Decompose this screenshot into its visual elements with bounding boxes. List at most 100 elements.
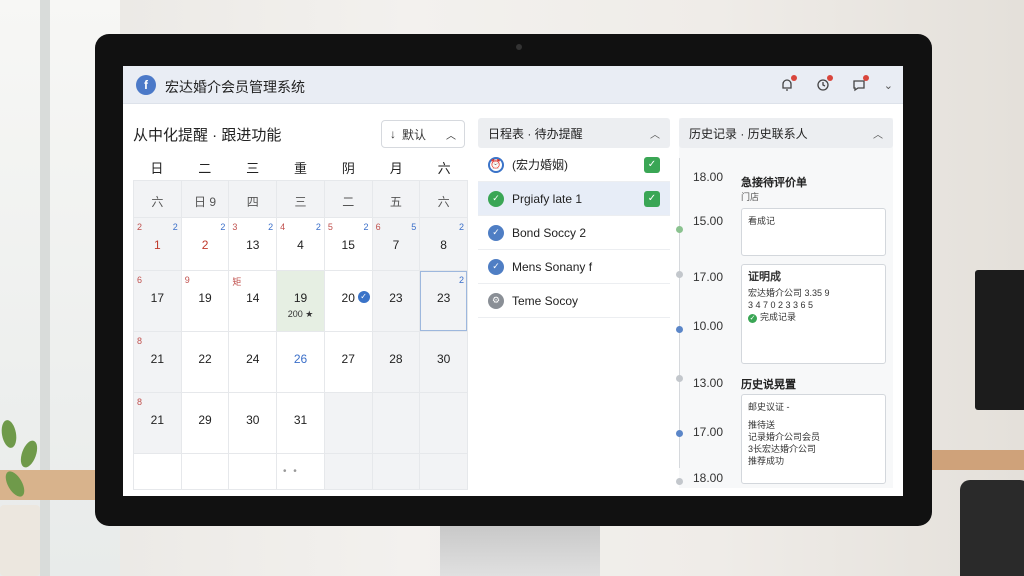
- calendar-day-cell[interactable]: 8 21: [134, 332, 181, 392]
- chevron-down-icon[interactable]: ⌄: [884, 79, 893, 92]
- calendar-day-cell[interactable]: 5 2 15: [324, 218, 372, 270]
- day-badge: 2: [172, 222, 178, 232]
- calendar-day-cell[interactable]: 24: [229, 332, 277, 392]
- background-chair: [960, 480, 1024, 576]
- calendar-day-cell[interactable]: 23: [372, 271, 420, 331]
- history-entry-line: 3长宏达婚介公司: [748, 444, 817, 454]
- clock-icon[interactable]: [812, 74, 834, 96]
- calendar-header-cell: 四: [229, 181, 277, 217]
- history-entry-line: 推待送: [748, 420, 776, 430]
- background-desk-right: [930, 450, 1024, 470]
- day-label: 日 9: [194, 195, 217, 209]
- calendar-day-cell[interactable]: 31: [277, 393, 324, 453]
- schedule-item[interactable]: ⚙ Teme Socoy: [478, 284, 670, 318]
- calendar-panel: 从中化提醒 · 跟进功能 ↓ 默认 ︿ 日二三重阴月六 六日 9四三二五六221…: [133, 118, 468, 490]
- day-badge: 8: [137, 336, 143, 346]
- calendar-day-cell[interactable]: [324, 393, 372, 453]
- weekday-header: 日二三重阴月六: [133, 158, 468, 178]
- schedule-item[interactable]: ✓ Mens Sonany f: [478, 250, 670, 284]
- calendar-day-cell[interactable]: [420, 393, 467, 453]
- schedule-list: ⏰ (宏力婚姻) ✓ ✓ Prgiafy late 1 ✓ ✓ Bond Soccy 2 ✓ Me…: [478, 148, 670, 318]
- history-entry-card[interactable]: 证明成 宏达婚介公司 3.35 9 3 4 7 0 2 3 3 6 5 ✓ 完成记…: [741, 264, 886, 364]
- day-badge: 2: [458, 275, 464, 285]
- history-header[interactable]: 历史记录 · 历史联系人 ︿: [679, 118, 893, 148]
- sort-dropdown[interactable]: ↓ 默认 ︿: [381, 120, 465, 148]
- weekday-label: 六: [437, 161, 451, 176]
- webcam: [516, 44, 522, 50]
- history-entry-sub: 门店: [741, 192, 760, 202]
- timeline-time: 18.00: [693, 471, 724, 485]
- day-badge: 4: [280, 222, 286, 232]
- schedule-header[interactable]: 日程表 · 待办提醒 ︿: [478, 118, 670, 148]
- calendar-day-cell[interactable]: 30: [229, 393, 277, 453]
- day-badge: 3: [232, 222, 238, 232]
- day-number: 28: [389, 352, 403, 366]
- calendar-day-cell[interactable]: 28: [372, 332, 420, 392]
- timeline-time: 13.00: [693, 376, 724, 390]
- calendar-day-cell[interactable]: 2 2 1: [134, 218, 181, 270]
- check-circle-icon: ✓: [488, 224, 504, 241]
- calendar-header-cell: 六: [134, 181, 181, 217]
- calendar-day-cell[interactable]: 6 5 7: [372, 218, 420, 270]
- history-entry-title: 急接待评价单: [741, 177, 807, 189]
- day-event: 200 ★: [287, 309, 314, 319]
- calendar-day-cell: [134, 454, 181, 489]
- calendar-day-cell[interactable]: 28: [420, 218, 467, 270]
- day-number: 24: [246, 352, 260, 366]
- calendar-day-cell[interactable]: 3 2 13: [229, 218, 277, 270]
- day-number: 21: [150, 413, 165, 427]
- weekday-label: 阴: [341, 161, 355, 176]
- chevron-up-icon: ︿: [446, 130, 456, 142]
- day-badge: 2: [137, 222, 143, 232]
- check-circle-icon: ✓: [488, 190, 504, 207]
- schedule-item[interactable]: ✓ Prgiafy late 1 ✓: [478, 182, 670, 216]
- schedule-item[interactable]: ✓ Bond Soccy 2: [478, 216, 670, 250]
- calendar-day-cell[interactable]: 2 23: [420, 271, 467, 331]
- calendar-day-cell[interactable]: 4 2 4: [277, 218, 324, 270]
- weekday-label: 重: [293, 161, 307, 176]
- calendar-header-cell: 二: [324, 181, 372, 217]
- calendar-day-cell[interactable]: [372, 393, 420, 453]
- day-number: 13: [246, 238, 260, 252]
- history-entry-card[interactable]: 邮史议证 - 推待送 记录婚介公司会员 3长宏达婚介公司 推荐成功: [741, 394, 886, 484]
- check-icon: ✓: [748, 314, 757, 323]
- calendar-day-cell: [420, 454, 467, 489]
- sort-label: 默认: [402, 127, 427, 142]
- calendar-day-cell[interactable]: 22: [181, 218, 229, 270]
- calendar-day-cell[interactable]: 30: [420, 332, 467, 392]
- calendar-day-cell[interactable]: 9 19: [181, 271, 229, 331]
- day-number: 29: [198, 413, 212, 427]
- schedule-checkbox[interactable]: ✓: [644, 191, 660, 207]
- calendar-day-cell[interactable]: 27: [324, 332, 372, 392]
- calendar-day-cell[interactable]: 8 21: [134, 393, 181, 453]
- schedule-title: 日程表 · 待办提醒: [488, 126, 583, 141]
- timeline-dot: [676, 478, 683, 485]
- calendar-day-cell[interactable]: 矩 14: [229, 271, 277, 331]
- day-badge: 2: [458, 222, 464, 232]
- timeline-time: 15.00: [693, 214, 724, 228]
- calendar-day-cell: [181, 454, 229, 489]
- calendar-header-cell: 六: [420, 181, 467, 217]
- history-entry-line: 记录婚介公司会员: [748, 432, 821, 442]
- day-badge: 5: [411, 222, 417, 232]
- calendar-day-cell[interactable]: 26: [277, 332, 324, 392]
- schedule-item[interactable]: ⏰ (宏力婚姻) ✓: [478, 148, 670, 182]
- timeline-dot: [676, 226, 683, 233]
- day-badge: 2: [315, 222, 321, 232]
- calendar-day-cell[interactable]: 29: [181, 393, 229, 453]
- chat-icon[interactable]: [848, 74, 870, 96]
- more-indicator: • •: [283, 466, 299, 477]
- gear-icon: ⚙: [488, 292, 504, 309]
- calendar-day-cell[interactable]: 6 17: [134, 271, 181, 331]
- schedule-item-label: Mens Sonany f: [512, 259, 593, 274]
- calendar-day-cell[interactable]: 20 ✓: [324, 271, 372, 331]
- timeline-line: [679, 158, 680, 468]
- bell-icon[interactable]: [776, 74, 798, 96]
- schedule-checkbox[interactable]: ✓: [644, 157, 660, 173]
- history-entry-line: 推荐成功: [748, 456, 785, 466]
- calendar-day-cell[interactable]: 19 200 ★: [277, 271, 324, 331]
- schedule-item-label: Bond Soccy 2: [512, 225, 587, 240]
- history-note-box[interactable]: 看成记: [741, 208, 886, 256]
- calendar-day-cell[interactable]: 22: [181, 332, 229, 392]
- chevron-up-icon: ︿: [873, 129, 883, 141]
